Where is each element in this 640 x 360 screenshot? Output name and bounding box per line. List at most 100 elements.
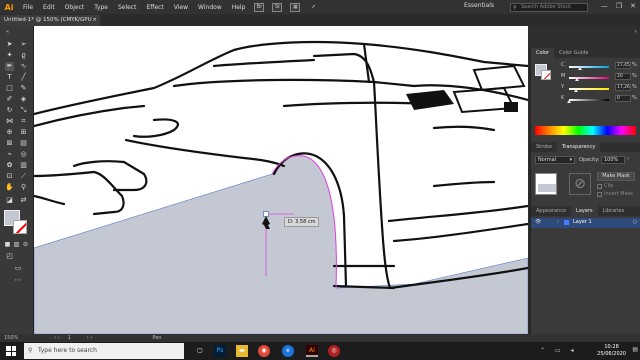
color-spectrum-bar[interactable] <box>535 126 636 135</box>
task-view-icon[interactable]: ▢ <box>194 345 206 357</box>
stock-icon[interactable]: St <box>272 2 283 12</box>
curvature-tool-icon[interactable]: ∿ <box>19 62 28 71</box>
column-graph-tool-icon[interactable]: ▥ <box>19 161 28 170</box>
workspace-switcher[interactable]: Essentials <box>464 2 494 9</box>
perspective-grid-tool-icon[interactable]: ⊞ <box>19 128 28 137</box>
line-tool-icon[interactable]: ╱ <box>19 73 28 82</box>
expand-layer-icon[interactable]: › <box>557 219 559 225</box>
width-tool-icon[interactable]: ⋈ <box>5 117 14 126</box>
tab-color-guide[interactable]: Color Guide <box>554 48 593 58</box>
edge-icon[interactable]: e <box>282 345 294 357</box>
selection-tool-icon[interactable]: ➤ <box>5 40 14 49</box>
pen-tool-icon[interactable]: ✒ <box>5 62 14 71</box>
tab-stroke[interactable]: Stroke <box>531 142 557 152</box>
default-colors-icon[interactable]: ◪ <box>5 196 14 205</box>
menu-help[interactable]: Help <box>227 4 251 11</box>
zoom-tool-icon[interactable]: ⚲ <box>19 183 28 192</box>
slider-value-field[interactable]: 17,26 <box>615 84 631 91</box>
swap-colors-icon[interactable]: ⇄ <box>19 196 28 205</box>
slider-thumb[interactable] <box>567 100 571 103</box>
layer-target-icon[interactable]: ○ <box>633 219 637 225</box>
windows-start-icon[interactable] <box>6 346 16 356</box>
slider-thumb[interactable] <box>573 89 578 92</box>
system-clock[interactable]: 10:28 25/06/2020 <box>597 344 626 358</box>
arrange-documents-icon[interactable]: ▦ <box>290 2 301 12</box>
zoom-level[interactable]: 150% <box>4 335 42 341</box>
slider-track[interactable] <box>569 66 609 68</box>
rectangle-tool-icon[interactable]: □ <box>5 84 14 93</box>
recorder-icon[interactable]: ◎ <box>328 345 340 357</box>
slider-value-field[interactable]: 0 <box>615 95 631 102</box>
slider-c[interactable]: C 27,45% <box>561 62 637 70</box>
slider-m[interactable]: M 20% <box>561 73 637 81</box>
menu-object[interactable]: Object <box>60 4 90 11</box>
slider-value-field[interactable]: 20 <box>615 73 631 80</box>
close-tab-icon[interactable]: × <box>92 15 97 26</box>
tab-libraries[interactable]: Libraries <box>598 206 630 216</box>
slider-k[interactable]: K 0% <box>561 95 637 103</box>
artboard-number[interactable]: 1 <box>68 335 71 341</box>
make-mask-button[interactable]: Make Mask <box>597 172 635 181</box>
tab-transparency[interactable]: Transparency <box>556 142 601 152</box>
color-mode-icon[interactable]: ■ <box>3 240 12 249</box>
none-mode-icon[interactable]: ⊘ <box>21 240 30 249</box>
menu-type[interactable]: Type <box>89 4 113 11</box>
file-explorer-icon[interactable]: ▬ <box>236 345 248 357</box>
artboard-nav[interactable]: ‹ ‹ <box>54 335 60 341</box>
tab-color[interactable]: Color <box>531 48 555 58</box>
rotate-tool-icon[interactable]: ↻ <box>5 106 14 115</box>
hand-tool-icon[interactable]: ✋ <box>5 183 14 192</box>
type-tool-icon[interactable]: T <box>5 73 14 82</box>
free-transform-tool-icon[interactable]: ⌗ <box>19 117 28 126</box>
menu-effect[interactable]: Effect <box>142 4 169 11</box>
minimize-button[interactable]: — <box>601 2 608 10</box>
shaper-tool-icon[interactable]: ✐ <box>5 95 14 104</box>
stock-search-input[interactable]: ⚲ Search Adobe Stock <box>510 3 588 12</box>
tab-appearance[interactable]: Appearance <box>531 206 571 216</box>
blend-mode-select[interactable]: Normal ▾ <box>535 156 575 164</box>
edit-toolbar-icon[interactable]: ⋯ <box>12 276 24 285</box>
screen-mode-icon[interactable]: ▭ <box>12 264 24 273</box>
symbol-sprayer-tool-icon[interactable]: ✿ <box>5 161 14 170</box>
lasso-tool-icon[interactable]: ϱ <box>19 51 28 60</box>
stroke-preview-none[interactable] <box>541 70 551 80</box>
tab-layers[interactable]: Layers <box>571 206 598 216</box>
menu-edit[interactable]: Edit <box>38 4 60 11</box>
direct-selection-tool-icon[interactable]: ➢ <box>19 40 28 49</box>
bridge-icon[interactable]: Br <box>254 2 265 12</box>
layer-row[interactable]: 👁 › Layer 1 ○ <box>531 218 640 228</box>
notifications-icon[interactable]: ▤ <box>632 346 638 353</box>
eye-visibility-icon[interactable]: 👁 <box>535 219 541 225</box>
menu-view[interactable]: View <box>169 4 193 11</box>
slider-y[interactable]: Y 17,26% <box>561 84 637 92</box>
mesh-tool-icon[interactable]: ⊠ <box>5 139 14 148</box>
gpu-rocket-icon[interactable]: ➚ <box>308 3 318 12</box>
clip-checkbox[interactable] <box>597 184 602 189</box>
artboard-canvas[interactable]: D: 3.58 cm <box>34 26 528 334</box>
gradient-mode-icon[interactable]: ▨ <box>12 240 21 249</box>
menu-select[interactable]: Select <box>113 4 142 11</box>
close-button[interactable]: ✕ <box>630 2 636 10</box>
slider-value-field[interactable]: 27,45 <box>615 62 631 69</box>
gradient-tool-icon[interactable]: ▤ <box>19 139 28 148</box>
blend-tool-icon[interactable]: ◎ <box>19 150 28 159</box>
collapse-toolbar-icon[interactable]: « <box>3 28 12 37</box>
opacity-dropdown-icon[interactable]: › <box>627 156 629 162</box>
opacity-field[interactable]: 100% <box>601 156 625 164</box>
mask-thumbnail[interactable]: ⊘ <box>569 173 591 195</box>
photoshop-app-icon[interactable]: Ps <box>214 345 226 357</box>
scale-tool-icon[interactable]: ⤡ <box>19 106 28 115</box>
taskbar-search[interactable]: ⚲ Type here to search <box>24 343 184 359</box>
shape-builder-tool-icon[interactable]: ⊕ <box>5 128 14 137</box>
paintbrush-tool-icon[interactable]: ✎ <box>19 84 28 93</box>
slice-tool-icon[interactable]: ⟋ <box>19 172 28 181</box>
slider-track[interactable] <box>569 99 609 101</box>
slider-thumb[interactable] <box>575 78 579 81</box>
document-tab[interactable]: Untitled-1* @ 150% (CMYK/GPU Preview) × <box>0 15 100 34</box>
eraser-tool-icon[interactable]: ◈ <box>19 95 28 104</box>
artboard-tool-icon[interactable]: ⊡ <box>5 172 14 181</box>
slider-thumb[interactable] <box>577 67 582 70</box>
maximize-button[interactable]: ❐ <box>616 2 622 10</box>
eyedropper-tool-icon[interactable]: ⌁ <box>5 150 14 159</box>
illustrator-app-icon[interactable]: Ai <box>306 345 318 357</box>
